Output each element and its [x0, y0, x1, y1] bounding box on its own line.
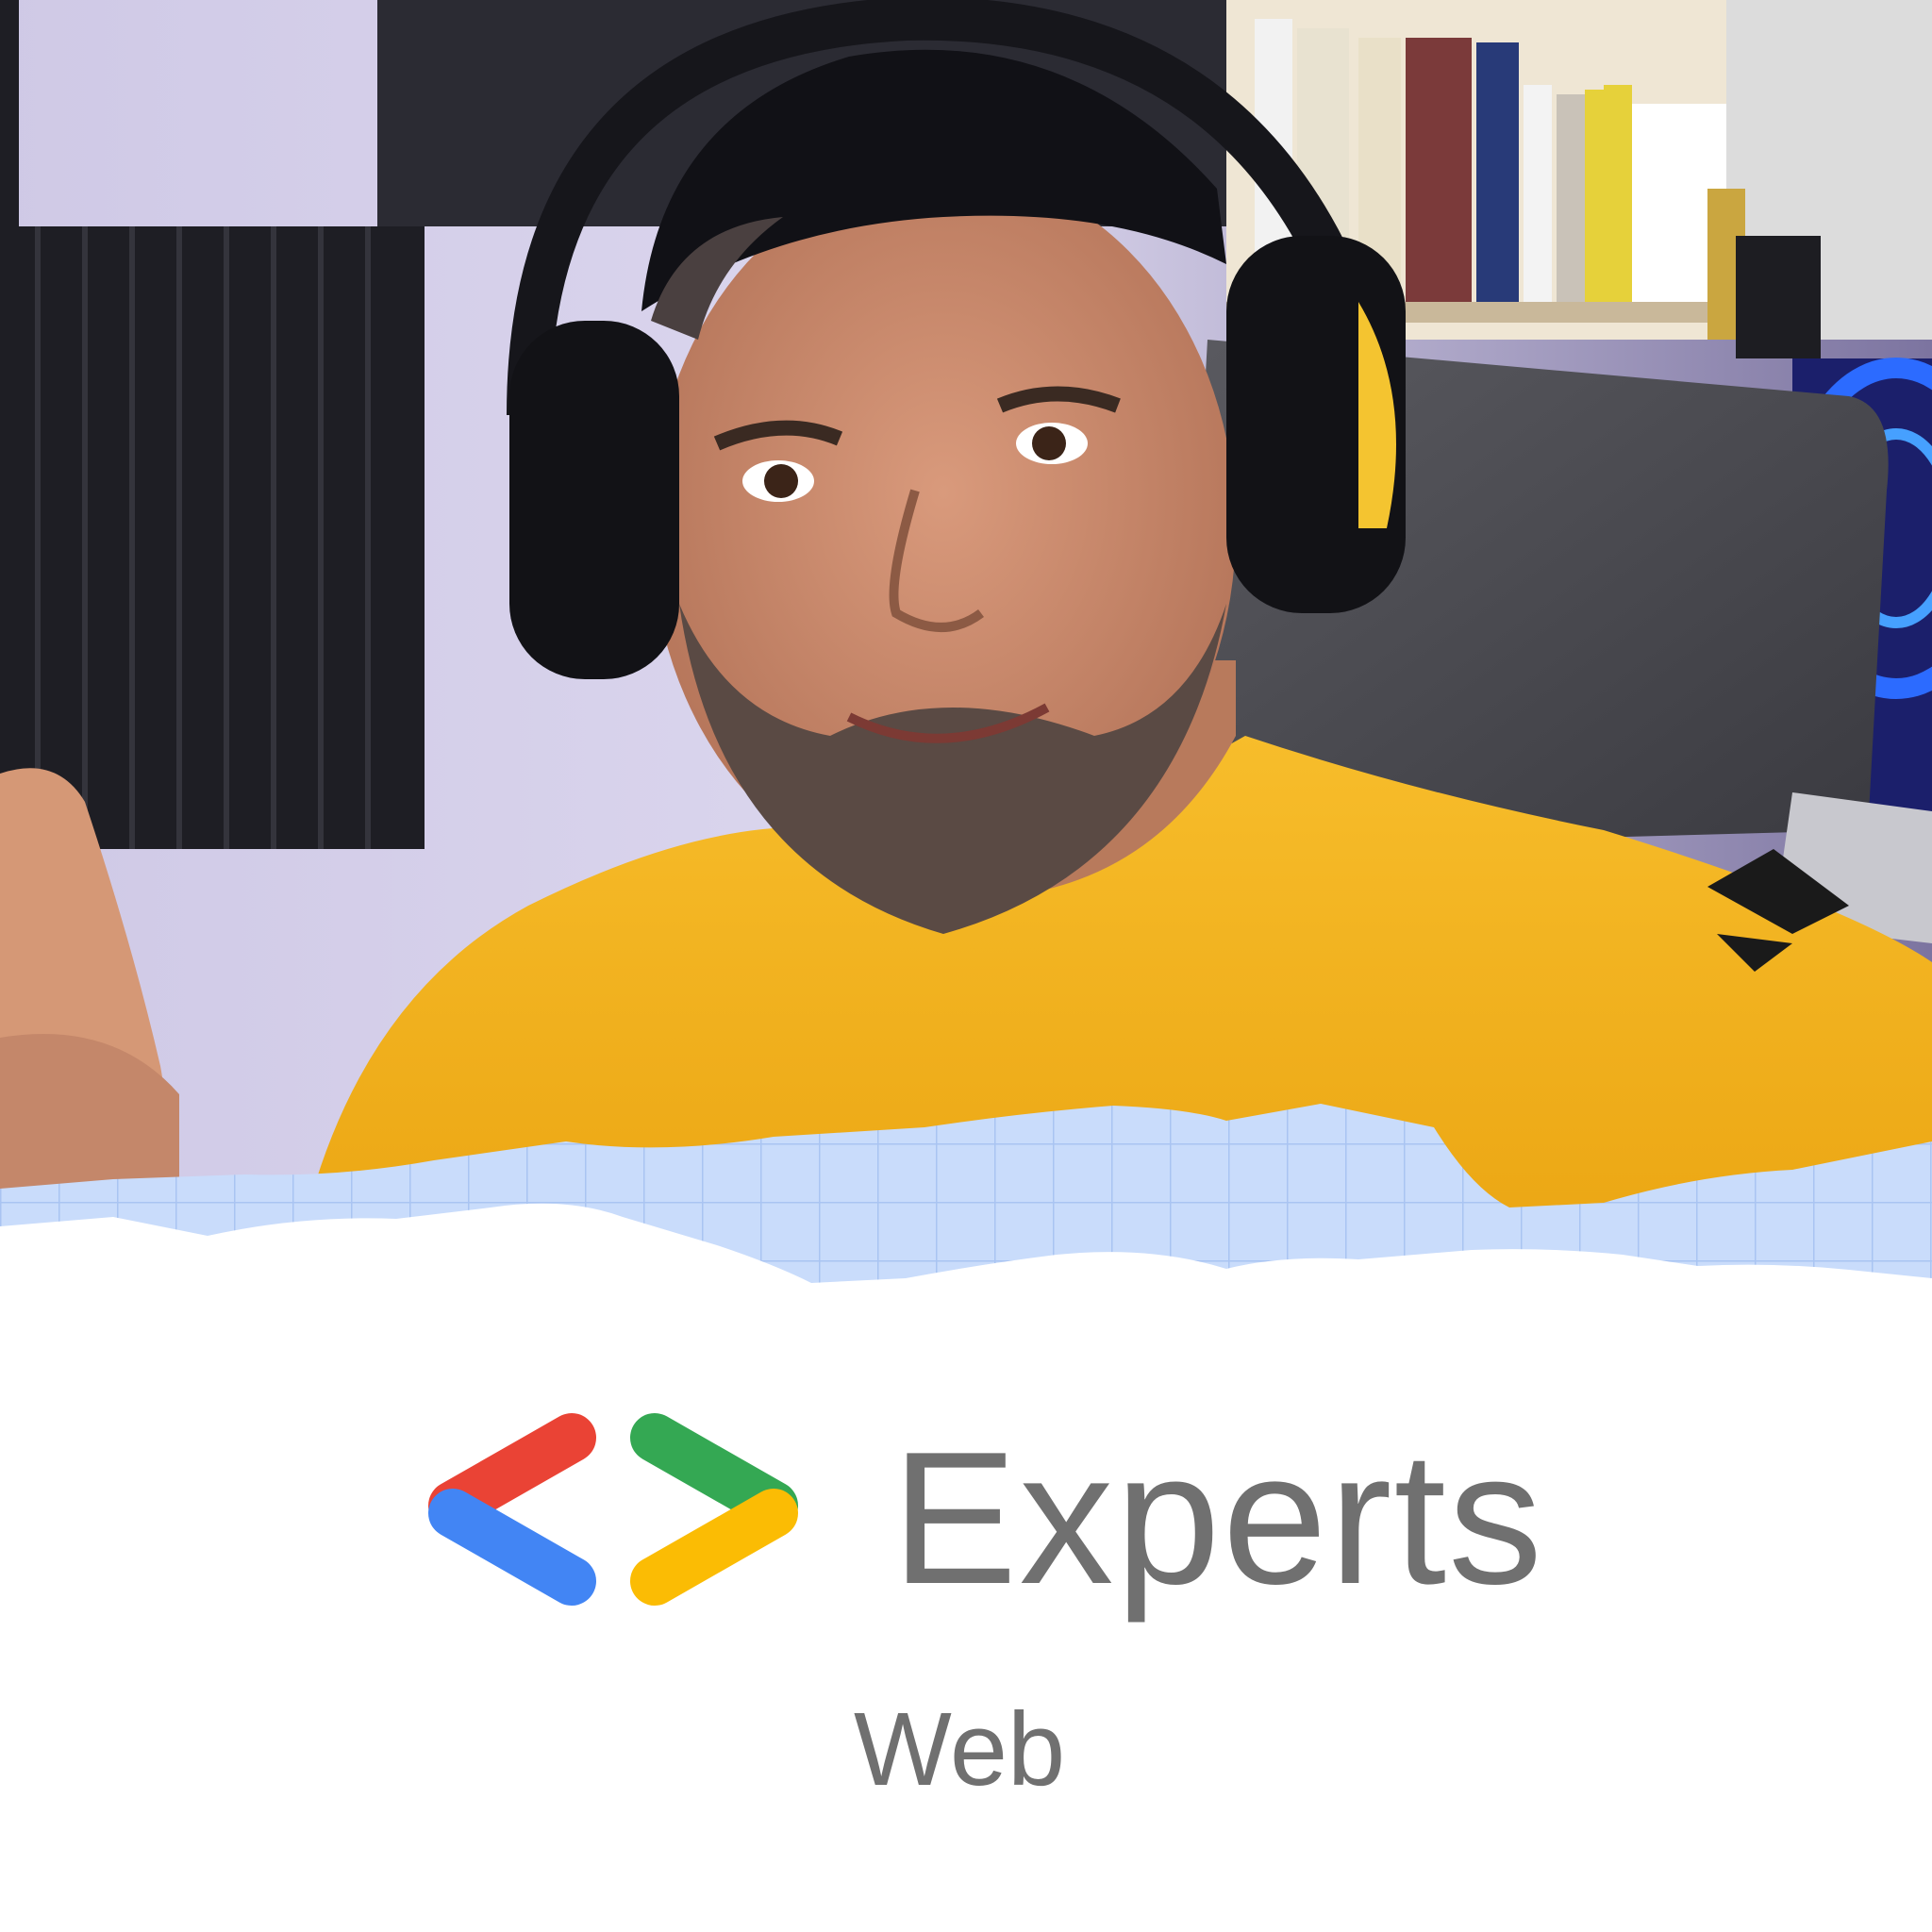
- developers-brackets-logo-icon: [428, 1413, 798, 1606]
- brand-wordmark: Experts: [891, 1413, 1545, 1624]
- torn-paper-divider: [0, 1104, 1932, 1368]
- profile-card: Experts Web: [0, 0, 1932, 1932]
- category-label: Web: [854, 1691, 1066, 1807]
